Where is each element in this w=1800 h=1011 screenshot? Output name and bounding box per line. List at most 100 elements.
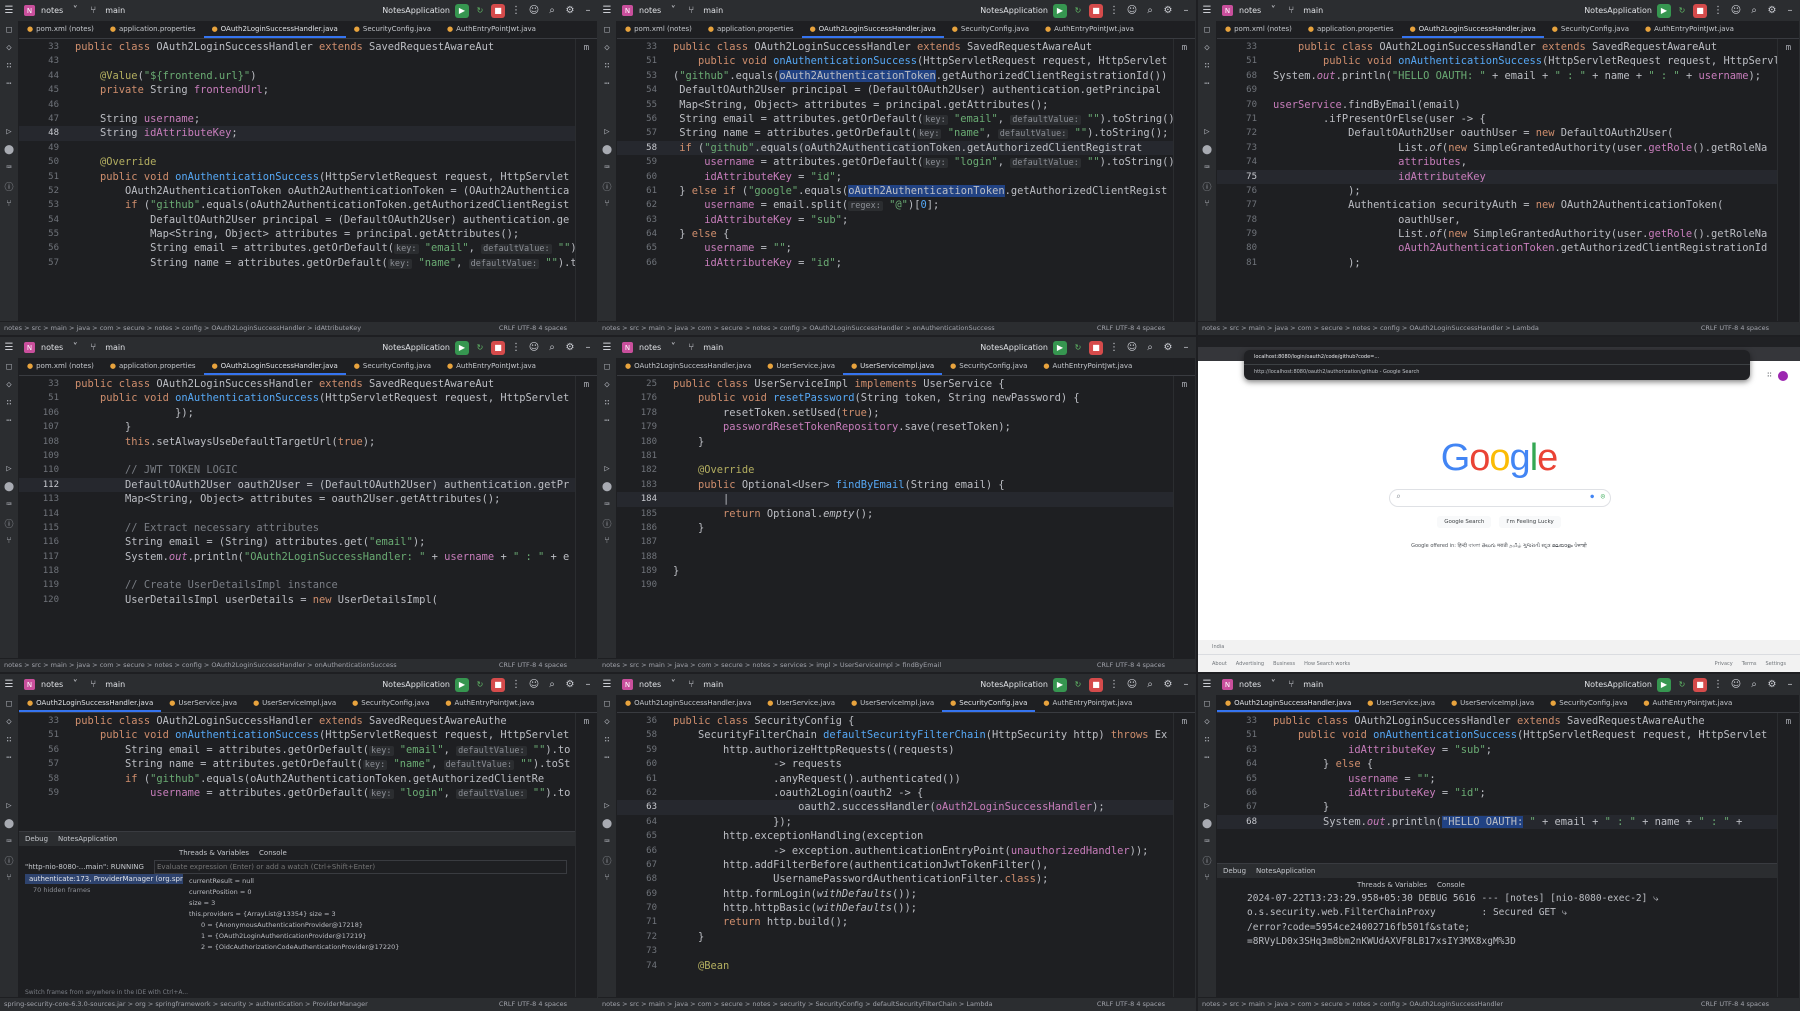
debug-button[interactable]: ▶ (455, 677, 469, 692)
run-config-selector[interactable]: NotesApplication (980, 680, 1048, 689)
search-icon[interactable]: ⌕ (545, 341, 559, 355)
editor-tab[interactable]: ● AuthEntryPointJwt.java (1635, 695, 1740, 712)
lens-icon[interactable]: ◎ (1601, 492, 1605, 500)
main-menu-icon[interactable]: ☰ (600, 678, 614, 692)
more-tools-icon[interactable]: ⋯ (0, 412, 18, 430)
rerun-icon[interactable]: ↻ (1675, 4, 1689, 18)
branch-selector[interactable]: main (1303, 680, 1323, 689)
debug-icon[interactable]: ⬤ (1198, 815, 1216, 833)
breadcrumb[interactable]: spring-security-core-6.3.0-sources.jar >… (4, 1000, 368, 1008)
project-selector[interactable]: notes (1239, 680, 1261, 689)
editor-tab[interactable]: ● pom.xml (notes) (1217, 21, 1300, 38)
editor-tab[interactable]: ● SecurityConfig.java (346, 21, 439, 38)
code-editor[interactable]: 33 public class OAuth2LoginSuccessHandler… (19, 38, 575, 322)
variable-entry[interactable]: 0 = {AnonymousAuthenticationProvider@172… (189, 920, 399, 931)
maven-icon[interactable]: m (1778, 39, 1799, 57)
stop-button[interactable]: ■ (1089, 340, 1103, 355)
stop-button[interactable]: ■ (491, 3, 505, 18)
code-editor[interactable]: 36 public class SecurityConfig {58 Securi… (617, 712, 1173, 998)
encoding-status[interactable]: CRLF UTF-8 4 spaces (1097, 322, 1165, 334)
debug-button[interactable]: ▶ (1657, 3, 1671, 18)
settings-icon[interactable]: ⚙ (1161, 678, 1175, 692)
console-output[interactable]: 2024-07-22T13:23:29.958+05:30 DEBUG 5616… (1217, 892, 1777, 949)
user-icon[interactable]: ☺ (1125, 341, 1139, 355)
user-icon[interactable]: ☺ (527, 341, 541, 355)
frame-current[interactable]: authenticate:173, ProviderManager (org.s… (25, 874, 183, 884)
settings-icon[interactable]: ⚙ (1161, 4, 1175, 18)
code-editor[interactable]: 33 public class OAuth2LoginSuccessHandle… (1217, 38, 1777, 322)
project-icon[interactable]: □ (0, 358, 18, 376)
commit-icon[interactable]: ◇ (598, 39, 616, 57)
git-icon[interactable]: ⑂ (598, 869, 616, 887)
structure-icon[interactable]: ∷ (0, 731, 18, 749)
variable-entry[interactable]: currentResult = null (189, 876, 399, 887)
main-menu-icon[interactable]: ☰ (2, 341, 16, 355)
editor-tab[interactable]: ● OAuth2LoginSuccessHandler.java (617, 695, 759, 712)
run-config-selector[interactable]: NotesApplication (382, 343, 450, 352)
editor-tab[interactable]: ● AuthEntryPointJwt.java (439, 358, 544, 375)
code-editor[interactable]: 33 public class OAuth2LoginSuccessHandler… (19, 375, 575, 659)
stop-button[interactable]: ■ (1693, 3, 1707, 18)
encoding-status[interactable]: CRLF UTF-8 4 spaces (499, 322, 567, 334)
search-icon[interactable]: ⌕ (545, 678, 559, 692)
omnibox-input[interactable]: localhost:8080/login/oauth2/code/github?… (1244, 350, 1750, 365)
commit-icon[interactable]: ◇ (1198, 713, 1216, 731)
structure-icon[interactable]: ∷ (0, 57, 18, 75)
rerun-icon[interactable]: ↻ (1071, 341, 1085, 355)
debug-button[interactable]: ▶ (1657, 677, 1671, 692)
footer-link[interactable]: Settings (1765, 661, 1786, 667)
more-icon[interactable]: ⋮ (1107, 341, 1121, 355)
user-icon[interactable]: ☺ (1729, 678, 1743, 692)
code-editor[interactable]: 33 public class OAuth2LoginSuccessHandler… (19, 712, 575, 832)
rerun-icon[interactable]: ↻ (473, 678, 487, 692)
editor-tab[interactable]: ● SecurityConfig.java (344, 695, 437, 712)
editor-tab[interactable]: ● application.properties (102, 21, 204, 38)
debug-session-tab[interactable]: NotesApplication (1256, 867, 1315, 875)
main-menu-icon[interactable]: ☰ (600, 4, 614, 18)
editor-tab[interactable]: ● application.properties (102, 358, 204, 375)
git-icon[interactable]: ⑂ (0, 532, 18, 550)
editor-tab[interactable]: ● SecurityConfig.java (1542, 695, 1635, 712)
encoding-status[interactable]: CRLF UTF-8 4 spaces (499, 998, 567, 1010)
feeling-lucky-button[interactable]: I'm Feeling Lucky (1499, 516, 1561, 528)
variable-entry[interactable]: this.providers = {ArrayList@13354} size … (189, 909, 399, 920)
rerun-icon[interactable]: ↻ (1675, 678, 1689, 692)
commit-icon[interactable]: ◇ (0, 713, 18, 731)
commit-icon[interactable]: ◇ (1198, 39, 1216, 57)
settings-icon[interactable]: ⚙ (563, 341, 577, 355)
editor-tab[interactable]: ● OAuth2LoginSuccessHandler.java (203, 358, 346, 375)
editor-tab[interactable]: ● UserServiceImpl.java (843, 358, 943, 375)
debug-icon[interactable]: ⬤ (0, 141, 18, 159)
debug-button[interactable]: ▶ (1053, 340, 1067, 355)
editor-tab[interactable]: ● UserService.java (1359, 695, 1443, 712)
editor-tab[interactable]: ● OAuth2LoginSuccessHandler.java (801, 21, 944, 38)
run-config-selector[interactable]: NotesApplication (1584, 6, 1652, 15)
terminal-icon[interactable]: ⌨ (1198, 833, 1216, 851)
run-config-selector[interactable]: NotesApplication (382, 680, 450, 689)
main-menu-icon[interactable]: ☰ (600, 341, 614, 355)
project-selector[interactable]: notes (41, 343, 63, 352)
git-icon[interactable]: ⑂ (0, 869, 18, 887)
minimize-icon[interactable]: – (581, 678, 595, 692)
commit-icon[interactable]: ◇ (598, 376, 616, 394)
search-icon[interactable]: ⌕ (1143, 678, 1157, 692)
debug-icon[interactable]: ⬤ (0, 478, 18, 496)
debug-tab[interactable]: Debug (1223, 867, 1246, 875)
editor-tab[interactable]: ● SecurityConfig.java (944, 21, 1037, 38)
search-icon[interactable]: ⌕ (1747, 4, 1761, 18)
editor-tab[interactable]: ● OAuth2LoginSuccessHandler.java (1401, 21, 1544, 38)
run-icon[interactable]: ▷ (1198, 797, 1216, 815)
minimize-icon[interactable]: – (1783, 4, 1797, 18)
breadcrumb[interactable]: notes > src > main > java > com > secure… (1202, 1000, 1503, 1008)
user-icon[interactable]: ☺ (527, 4, 541, 18)
debug-tab[interactable]: Debug (25, 835, 48, 843)
console-tab[interactable]: Console (259, 849, 287, 857)
rerun-icon[interactable]: ↻ (1071, 4, 1085, 18)
project-icon[interactable]: □ (598, 21, 616, 39)
footer-link[interactable]: About (1212, 661, 1227, 667)
more-icon[interactable]: ⋮ (1711, 678, 1725, 692)
voice-search-icon[interactable]: ● (1590, 493, 1594, 500)
editor-tab[interactable]: ● pom.xml (notes) (19, 358, 102, 375)
variable-entry[interactable]: size = 3 (189, 898, 399, 909)
structure-icon[interactable]: ∷ (0, 394, 18, 412)
